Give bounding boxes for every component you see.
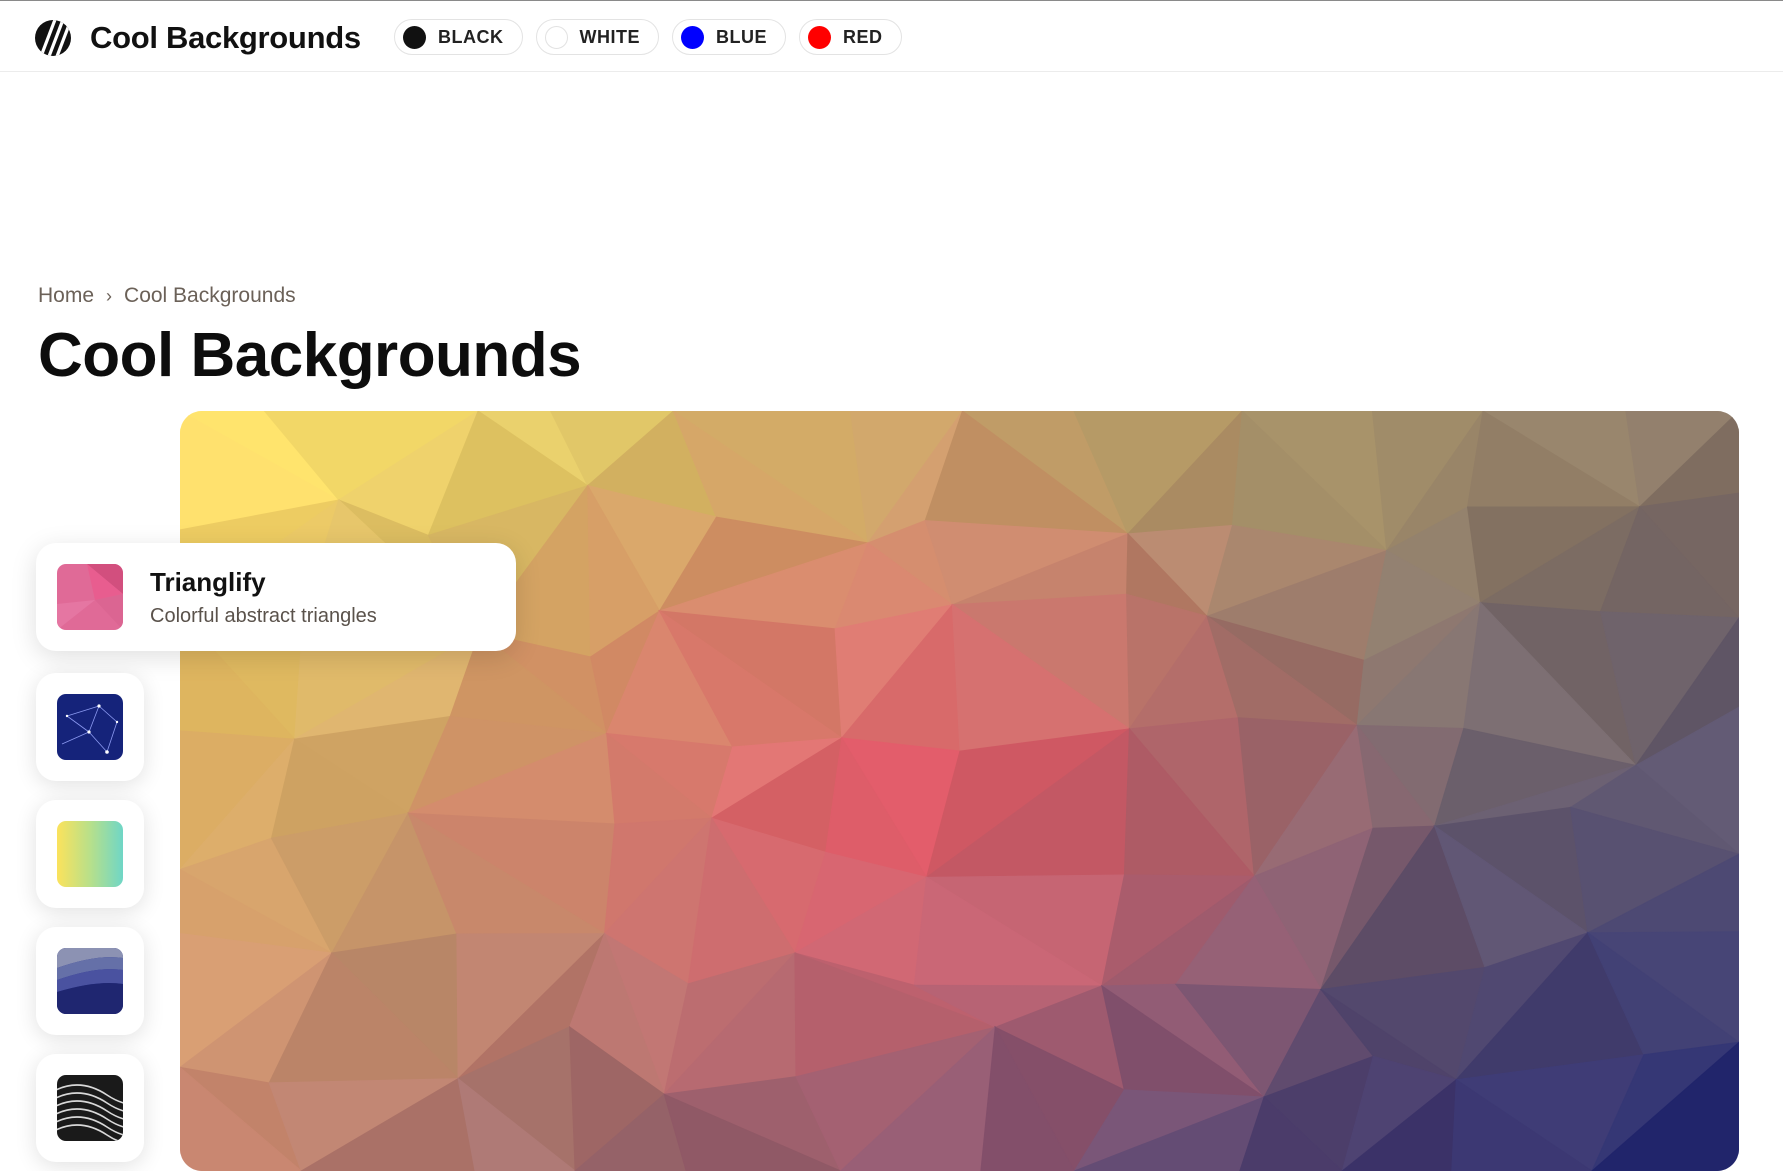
breadcrumb-current-link[interactable]: Cool Backgrounds bbox=[124, 284, 296, 308]
generator-subtitle: Colorful abstract triangles bbox=[150, 605, 377, 627]
generator-title: Trianglify bbox=[150, 567, 266, 597]
generator-card-trianglify[interactable]: Trianglify Colorful abstract triangles bbox=[36, 543, 516, 651]
gradient-thumbnail-icon bbox=[57, 821, 123, 887]
trianglify-thumbnail-icon bbox=[57, 564, 123, 630]
background-preview[interactable] bbox=[180, 411, 1739, 1171]
brand-name[interactable]: Cool Backgrounds bbox=[90, 19, 361, 57]
top-nav: Cool Backgrounds BLACK WHITE BLUE RED bbox=[0, 0, 1783, 72]
color-filter-label: BLACK bbox=[438, 26, 504, 47]
black-swatch-icon bbox=[403, 25, 426, 49]
generator-card-layered-waves[interactable] bbox=[36, 927, 144, 1035]
logo-icon[interactable] bbox=[34, 19, 72, 57]
color-filter-black[interactable]: BLACK bbox=[394, 19, 523, 55]
color-filter-label: RED bbox=[843, 26, 883, 47]
trianglify-preview-image bbox=[180, 411, 1739, 1171]
color-filter-group: BLACK WHITE BLUE RED bbox=[394, 19, 902, 55]
red-swatch-icon bbox=[808, 25, 831, 49]
color-filter-label: BLUE bbox=[716, 26, 767, 47]
white-swatch-icon bbox=[544, 25, 568, 49]
color-filter-blue[interactable]: BLUE bbox=[672, 19, 786, 55]
blue-swatch-icon bbox=[681, 25, 704, 49]
layered-waves-thumbnail-icon bbox=[57, 948, 123, 1014]
page-title: Cool Backgrounds bbox=[38, 321, 582, 390]
color-filter-label: WHITE bbox=[579, 26, 640, 47]
breadcrumb-home-link[interactable]: Home bbox=[38, 284, 94, 308]
generator-card-halftone[interactable] bbox=[36, 1054, 144, 1162]
halftone-thumbnail-icon bbox=[57, 1075, 123, 1141]
particles-thumbnail-icon bbox=[57, 694, 123, 760]
breadcrumb-separator: › bbox=[106, 285, 113, 306]
generator-card-particles[interactable] bbox=[36, 673, 144, 781]
color-filter-red[interactable]: RED bbox=[799, 19, 902, 55]
generator-card-gradient[interactable] bbox=[36, 800, 144, 908]
color-filter-white[interactable]: WHITE bbox=[535, 19, 659, 55]
breadcrumb: Home › Cool Backgrounds bbox=[38, 284, 296, 308]
